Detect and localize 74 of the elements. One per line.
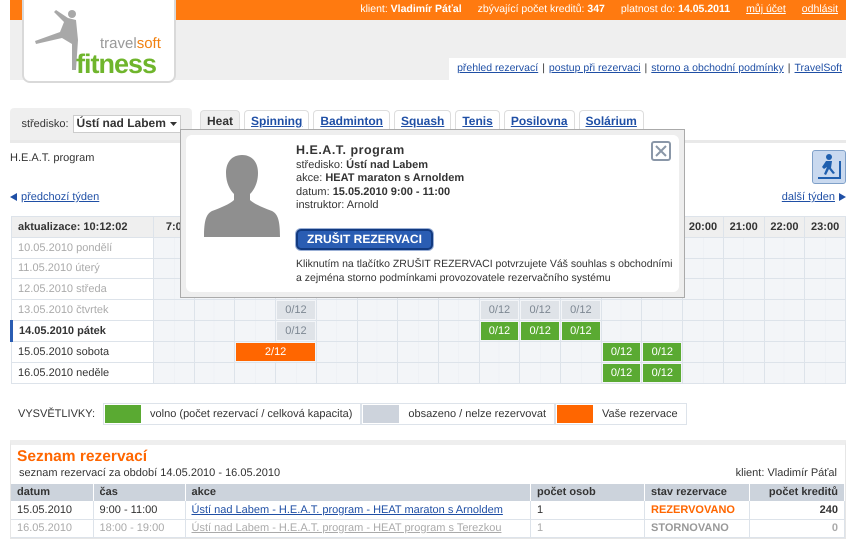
hour-header: 21:00	[723, 216, 764, 238]
table-cell: 18:00 - 19:00	[93, 519, 185, 538]
day-label: 10.05.2010 pondělí	[12, 238, 154, 258]
column-header: čas	[93, 484, 185, 502]
close-button[interactable]	[651, 141, 671, 161]
column-header: počet kreditů	[750, 484, 844, 502]
day-label: 16.05.2010 neděle	[12, 362, 154, 384]
treadmill-icon[interactable]	[812, 150, 846, 184]
legend-text: volno (počet rezervací / celková kapacita)	[150, 406, 352, 421]
legend-text: obsazeno / nelze rezervovat	[408, 406, 546, 421]
section-title: Seznam rezervací	[16, 446, 148, 466]
detail-line: akce: HEAT maraton s Arnoldem	[296, 172, 464, 184]
info-label: platnost do:	[620, 3, 676, 16]
column-header: počet osob	[530, 484, 644, 502]
column-header: akce	[185, 484, 530, 502]
nav-link-item[interactable]: TravelSoft	[794, 62, 842, 76]
detail-line: datum: 15.05.2010 9:00 - 11:00	[296, 186, 450, 198]
day-label: 15.05.2010 sobota	[12, 341, 154, 362]
day-label: 11.05.2010 úterý	[12, 258, 154, 279]
prev-week-link[interactable]: předchozí týden	[10, 190, 100, 204]
next-week-link[interactable]: další týden	[782, 190, 846, 204]
column-header: datum	[11, 484, 93, 502]
center-label: středisko:	[21, 116, 69, 132]
popup-title: H.E.A.T. program	[296, 143, 405, 157]
day-label: 14.05.2010 pátek	[12, 320, 154, 342]
period-text: seznam rezervací za období 14.05.2010 - 16.05.2010	[19, 466, 280, 480]
occupied-slot: 0/12	[562, 300, 600, 319]
link-separator: |	[644, 62, 648, 76]
nav-link-item[interactable]: přehled rezervací	[457, 62, 538, 76]
caret-icon	[170, 122, 177, 126]
hour-header: 20:00	[682, 216, 724, 238]
info-value: Vladimír Páťal	[390, 3, 462, 16]
occupied-slot: 0/12	[480, 300, 518, 319]
cancel-reservation-button[interactable]: ZRUŠIT REZERVACI	[296, 228, 433, 250]
table-cell: 15.05.2010	[11, 501, 93, 520]
table-header: aktualizace: 10:12:02	[12, 216, 154, 238]
link-separator: |	[542, 62, 545, 76]
arrow-left-icon	[10, 193, 17, 202]
column-header: stav rezervace	[644, 484, 750, 502]
table-cell: 0	[750, 519, 844, 538]
occupied-slot: 0/12	[521, 300, 560, 319]
occupied-slot: 0/12	[277, 300, 315, 319]
table-cell: 9:00 - 11:00	[93, 501, 185, 520]
info-value: 14.05.2011	[678, 3, 730, 16]
info-label: klient:	[360, 3, 389, 16]
detail-line: instruktor: Arnold	[296, 199, 379, 211]
table-cell: 1	[530, 519, 644, 538]
arrow-right-icon	[839, 193, 846, 202]
link-separator: |	[788, 62, 791, 76]
day-label: 12.05.2010 středa	[12, 278, 154, 300]
table-cell: 1	[530, 501, 644, 520]
logo-text: soft	[136, 35, 161, 52]
status-cell: STORNOVANO	[644, 519, 750, 538]
hour-header: 23:00	[804, 216, 846, 238]
event-link[interactable]: Ústí nad Labem - H.E.A.T. program - HEAT maraton s Arnoldem	[192, 504, 503, 516]
info-value: 347	[587, 3, 605, 16]
table-cell: 240	[750, 501, 844, 520]
logo-text: fitness	[76, 51, 158, 78]
info-label: zbývající počet kreditů:	[478, 3, 586, 16]
nav-link-item[interactable]: postup při rezervaci	[548, 62, 641, 76]
legend-title: VYSVĚTLIVKY:	[18, 406, 96, 421]
logo-text: travel	[100, 35, 137, 52]
status-cell: REZERVOVANO	[644, 501, 750, 520]
day-label: 13.05.2010 čtvrtek	[12, 299, 154, 320]
client-text: klient: Vladimír Páťal	[736, 466, 837, 480]
consent-note: Kliknutím na tlačítko ZRUŠIT REZERVACI potvrzujete Váš souhlas s obchodními a zejména storno podmínkami provozovatele rezervačního systému	[296, 258, 674, 285]
legend-text: Vaše rezervace	[602, 406, 678, 421]
detail-line: středisko: Ústí nad Labem	[296, 158, 428, 170]
hour-header: 22:00	[764, 216, 805, 238]
center-select[interactable]: Ústí nad Labem	[72, 115, 181, 133]
table-cell: 16.05.2010	[11, 519, 93, 538]
occupied-slot: 0/12	[277, 322, 315, 340]
program-title: H.E.A.T. program	[10, 151, 94, 166]
nav-link-item[interactable]: storno a obchodní podmínky	[651, 62, 784, 76]
